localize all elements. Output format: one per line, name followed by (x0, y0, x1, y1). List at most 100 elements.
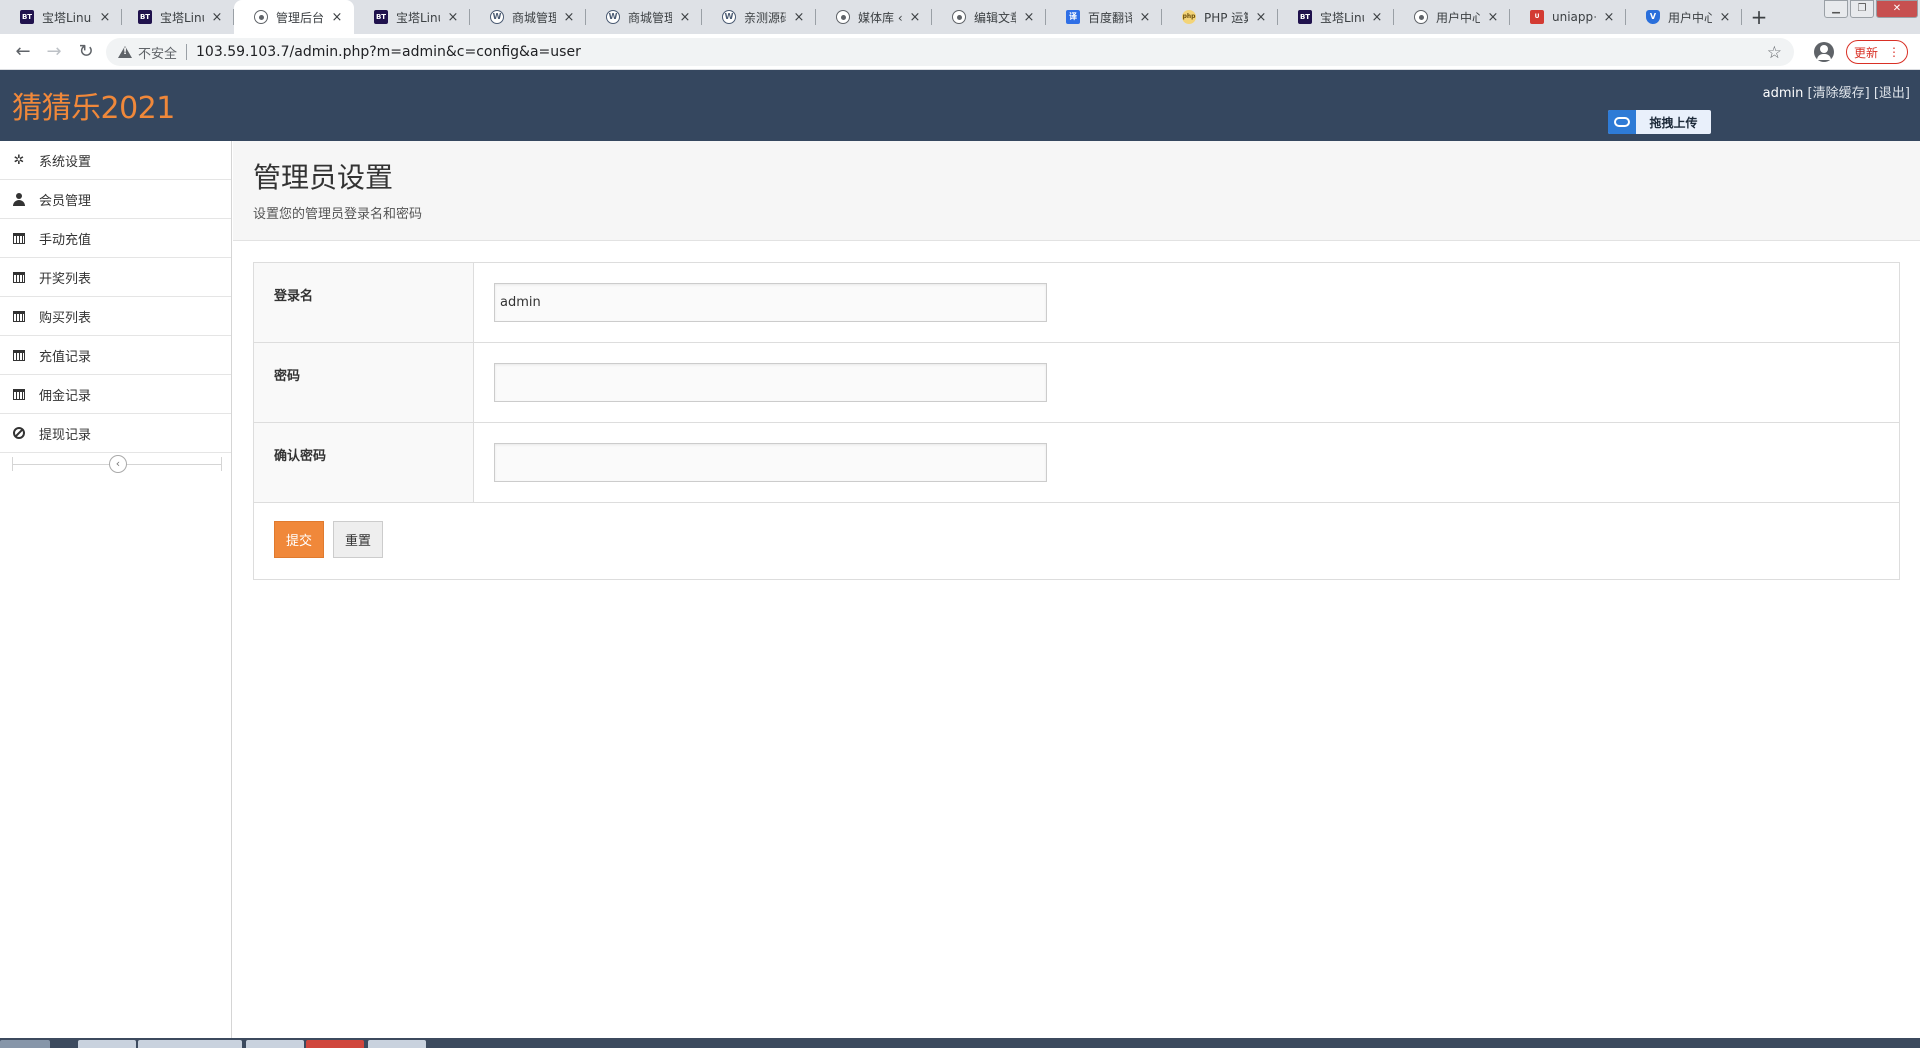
tab-title: 用户中心 (1436, 10, 1480, 25)
username-input[interactable] (494, 283, 1047, 322)
sidebar-item-manual-recharge[interactable]: 手动充值 (0, 219, 231, 258)
browser-tab[interactable]: BT 宝塔Linux × (0, 0, 122, 34)
profile-avatar-icon[interactable] (1814, 42, 1834, 62)
tab-title: 媒体库 ‹ (858, 10, 902, 25)
close-icon[interactable]: × (1486, 10, 1500, 25)
form-row-password: 密码 (254, 343, 1899, 423)
browser-tab-active[interactable]: 管理后台 × (234, 0, 354, 34)
tab-title: 管理后台 (276, 10, 324, 25)
taskbar-item[interactable] (78, 1040, 136, 1048)
sidebar-item-withdraw-records[interactable]: 提现记录 (0, 414, 231, 453)
url-text[interactable]: 103.59.103.7/admin.php?m=admin&c=config&… (196, 44, 581, 60)
close-icon[interactable]: × (908, 10, 922, 25)
browser-tab-strip: BT 宝塔Linux × BT 宝塔Linux × 管理后台 × BT 宝塔Linux × W… (0, 0, 1920, 34)
form-row-confirm-password: 确认密码 (254, 423, 1899, 503)
browser-tab[interactable]: BT 宝塔Linux × (354, 0, 470, 34)
window-close-icon[interactable]: ✕ (1876, 0, 1918, 18)
bt-favicon-icon: BT (1298, 10, 1312, 24)
address-bar[interactable]: 不安全 103.59.103.7/admin.php?m=admin&c=con… (106, 38, 1794, 66)
maximize-icon[interactable]: ❐ (1850, 0, 1874, 18)
reload-icon[interactable]: ↻ (74, 40, 98, 64)
page-header: 管理员设置 设置您的管理员登录名和密码 (233, 141, 1920, 241)
browser-tab[interactable]: BT 宝塔Linux × (1278, 0, 1394, 34)
browser-tab[interactable]: Uuniapp+ × (1510, 0, 1626, 34)
sidebar-item-label: 开奖列表 (39, 271, 92, 287)
update-label: 更新 (1853, 45, 1878, 60)
calendar-icon (12, 231, 26, 245)
os-taskbar (0, 1038, 1920, 1048)
clear-cache-link[interactable]: [清除缓存] (1808, 86, 1870, 101)
calendar-icon (12, 270, 26, 284)
sidebar-item-draw-list[interactable]: 开奖列表 (0, 258, 231, 297)
close-icon[interactable]: × (1254, 10, 1268, 25)
close-icon[interactable]: × (1022, 10, 1036, 25)
menu-dots-icon: ⋮ (1888, 45, 1900, 59)
close-icon[interactable]: × (678, 10, 692, 25)
confirm-password-input[interactable] (494, 443, 1047, 482)
close-icon[interactable]: × (1602, 10, 1616, 25)
reset-button[interactable]: 重置 (333, 521, 383, 558)
update-button[interactable]: 更新 ⋮ (1846, 40, 1908, 64)
tab-title: 商城管理 (628, 10, 672, 25)
start-button[interactable] (0, 1040, 50, 1048)
sidebar-item-recharge-records[interactable]: 充值记录 (0, 336, 231, 375)
close-icon[interactable]: × (210, 10, 224, 25)
browser-tab[interactable]: 媒体库 ‹ × (816, 0, 932, 34)
tab-title: 商城管理 (512, 10, 556, 25)
minimize-icon[interactable]: ▁ (1824, 0, 1848, 18)
confirm-password-label: 确认密码 (254, 423, 474, 502)
sidebar-item-commission-records[interactable]: 佣金记录 (0, 375, 231, 414)
browser-tab[interactable]: W 亲测源码 × (702, 0, 816, 34)
bookmark-star-icon[interactable]: ☆ (1767, 43, 1782, 63)
calendar-icon (12, 387, 26, 401)
calendar-icon (12, 309, 26, 323)
sidebar-item-system-settings[interactable]: ✲ 系统设置 (0, 141, 231, 180)
forward-arrow-icon[interactable]: → (42, 40, 66, 64)
back-arrow-icon[interactable]: ← (11, 40, 35, 64)
close-icon[interactable]: × (792, 10, 806, 25)
sidebar-item-label: 提现记录 (39, 427, 92, 443)
tab-title: 编辑文章 (974, 10, 1016, 25)
page-title: 管理员设置 (253, 161, 394, 194)
logout-link[interactable]: [退出] (1874, 86, 1910, 101)
tab-title: 宝塔Linux (42, 10, 92, 25)
tab-title: 百度翻译 (1088, 10, 1132, 25)
browser-tab[interactable]: W 商城管理 × (586, 0, 702, 34)
drag-upload-button[interactable]: 拖拽上传 (1608, 110, 1711, 134)
divider (186, 44, 188, 60)
submit-button[interactable]: 提交 (274, 521, 324, 558)
sidebar-collapse-button[interactable]: ‹ (109, 455, 127, 473)
user-icon (12, 192, 26, 206)
calendar-icon (12, 348, 26, 362)
close-icon[interactable]: × (1370, 10, 1384, 25)
sidebar-item-purchase-list[interactable]: 购买列表 (0, 297, 231, 336)
bt-favicon-icon: BT (374, 10, 388, 24)
taskbar-item[interactable] (184, 1040, 242, 1048)
taskbar-item[interactable] (368, 1040, 426, 1048)
taskbar-item[interactable] (306, 1040, 364, 1048)
close-icon[interactable]: × (446, 10, 460, 25)
globe-favicon-icon (1414, 10, 1428, 24)
taskbar-item[interactable] (246, 1040, 304, 1048)
uniapp-favicon-icon: U (1530, 10, 1544, 24)
browser-tab[interactable]: 译百度翻译 × (1046, 0, 1162, 34)
browser-tab[interactable]: BT 宝塔Linux × (118, 0, 234, 34)
close-icon[interactable]: × (330, 10, 344, 25)
password-input[interactable] (494, 363, 1047, 402)
new-tab-button[interactable]: + (1746, 4, 1772, 30)
sidebar-item-label: 充值记录 (39, 349, 92, 365)
sidebar-item-members[interactable]: 会员管理 (0, 180, 231, 219)
close-icon[interactable]: × (1718, 10, 1732, 25)
close-icon[interactable]: × (1138, 10, 1152, 25)
browser-tab[interactable]: W 商城管理 × (470, 0, 586, 34)
browser-tab[interactable]: V 用户中心 × (1626, 0, 1742, 34)
close-icon[interactable]: × (98, 10, 112, 25)
browser-tab[interactable]: 用户中心 × (1394, 0, 1510, 34)
tab-title: PHP 运算 (1204, 10, 1248, 25)
sidebar: ✲ 系统设置 会员管理 手动充值 开奖列表 购买列表 充值记录 佣金记录 提现记… (0, 141, 232, 1038)
baidu-translate-favicon-icon: 译 (1066, 10, 1080, 24)
site-logo[interactable]: 猜猜乐2021 (12, 83, 175, 127)
close-icon[interactable]: × (562, 10, 576, 25)
browser-tab[interactable]: 编辑文章 × (932, 0, 1046, 34)
browser-tab[interactable]: php PHP 运算 × (1162, 0, 1278, 34)
